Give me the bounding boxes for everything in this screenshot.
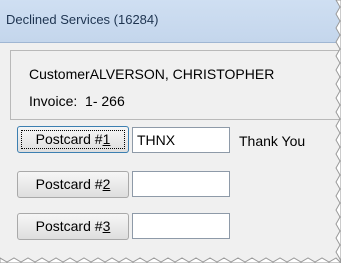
postcard-2-code-field[interactable] <box>132 171 230 197</box>
postcard-1-button[interactable]: Postcard #1 <box>17 126 129 153</box>
invoice-label: Invoice: <box>29 93 78 109</box>
postcard-1-label: Postcard # <box>35 131 103 147</box>
postcard-3-hotkey: 3 <box>102 218 111 234</box>
customer-line: CustomerALVERSON, CHRISTOPHER <box>29 66 274 82</box>
invoice-line: Invoice: 1- 266 <box>29 93 125 109</box>
torn-edge-bottom <box>0 257 341 263</box>
window-title: Declined Services (16284) <box>6 12 159 27</box>
customer-name: ALVERSON, CHRISTOPHER <box>89 66 275 82</box>
postcard-3-label: Postcard # <box>35 218 103 234</box>
torn-edge-right <box>335 0 341 263</box>
postcard-1-hotkey: 1 <box>102 131 111 147</box>
postcard-1-description: Thank You <box>239 133 306 149</box>
title-bar[interactable]: Declined Services (16284) <box>0 0 341 43</box>
postcard-3-code-field[interactable] <box>132 213 230 239</box>
postcard-2-button[interactable]: Postcard #2 <box>17 171 129 198</box>
postcard-2-hotkey: 2 <box>102 176 111 192</box>
declined-services-window: Declined Services (16284) CustomerALVERS… <box>0 0 341 263</box>
postcard-3-button[interactable]: Postcard #3 <box>17 213 129 240</box>
postcard-1-code: THNX <box>137 132 176 148</box>
invoice-number: 1- 266 <box>85 93 125 109</box>
postcard-1-code-field[interactable]: THNX <box>132 127 230 153</box>
customer-label: Customer <box>29 66 90 82</box>
postcard-2-label: Postcard # <box>35 176 103 192</box>
customer-info-panel <box>10 50 341 120</box>
